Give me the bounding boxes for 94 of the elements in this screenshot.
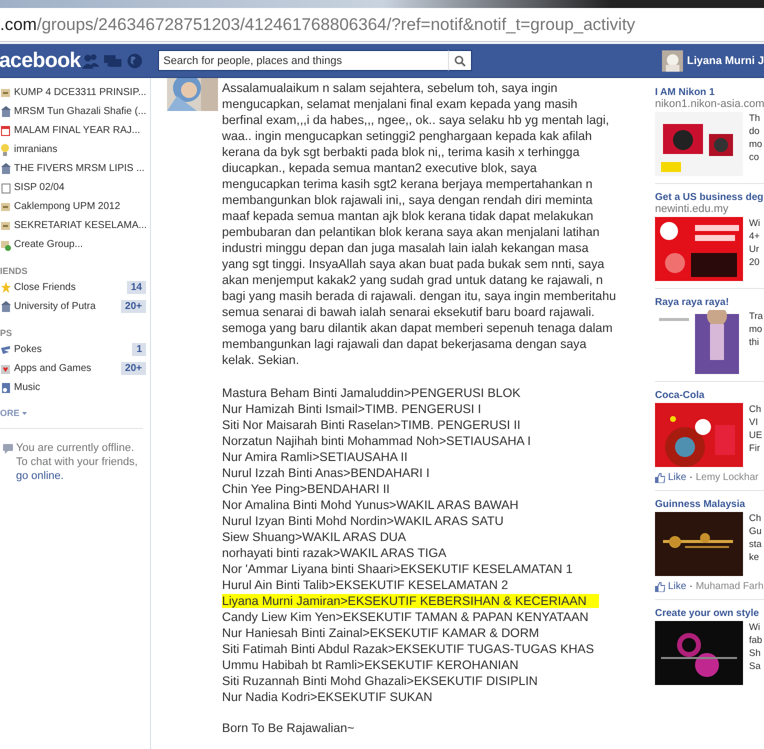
roster-line: Nurul Izzah Binti Anas>BENDAHARI I: [222, 466, 431, 480]
roster-line: Chin Yee Ping>BENDAHARI II: [222, 482, 391, 496]
roster-line: Nur Hamizah Binti Ismail>TIMB. PENGERUSI I: [222, 402, 482, 416]
ad-text: fab: [749, 634, 762, 647]
roster-line: Candy Liew Kim Yen>EKSEKUTIF TAMAN & PAPAN KENYATAAN: [222, 610, 590, 624]
ad-text: Ch: [749, 512, 762, 525]
search-icon: [454, 54, 466, 66]
search-button[interactable]: [448, 50, 472, 71]
roster-line: Nor Amalina Binti Mohd Yunus>WAKIL ARAS BAWAH: [222, 498, 520, 512]
count-badge: 1: [132, 343, 146, 356]
sidebar-item[interactable]: Pokes 1: [0, 340, 150, 359]
roster-line: Siti Nor Maisarah Binti Raselan>TIMB. PENGERUSI II: [222, 418, 522, 432]
bulb-icon: [1, 144, 11, 156]
roster-line: Nur Haniesah Binti Zainal>EKSEKUTIF KAMAR & DORM: [222, 626, 540, 640]
apps-icon: [1, 362, 11, 374]
roster-line: Nor 'Ammar Liyana binti Shaari>EKSEKUTIF KESELAMATAN 1: [222, 562, 574, 576]
ad-text: Wi: [749, 621, 762, 634]
sidebar-item[interactable]: THE FIVERS MRSM LIPIS ...: [0, 159, 150, 178]
sidebar-item[interactable]: SEKRETARIAT KESELAMA...: [0, 216, 150, 235]
ad-text: mo: [749, 323, 763, 336]
ad-text: co: [749, 151, 760, 164]
offline-message: You are currently offline. To chat with your friends, go online.: [16, 441, 139, 483]
search-field[interactable]: Search for people, places and things: [158, 50, 448, 71]
section-heading: PS: [0, 327, 14, 340]
ad-text: Sa: [749, 660, 762, 673]
sidebar-item[interactable]: Apps and Games 20+: [0, 359, 150, 378]
roster-line: Mastura Beham Binti Jamaluddin>PENGERUSI BLOK: [222, 386, 522, 400]
ad-text: 20: [749, 256, 760, 269]
ad-title[interactable]: Raya raya raya!: [655, 297, 764, 308]
ad-text: ke: [749, 551, 760, 564]
count-badge: 14: [126, 281, 146, 294]
caret-icon: [22, 412, 27, 414]
ad-text: thi: [749, 336, 760, 349]
ad-text: Gu: [749, 525, 762, 538]
roster-line: Hurul Ain Binti Talib>EKSEKUTIF KESELAMATAN 2: [222, 578, 510, 592]
signature-text: Born To Be Rajawalian~: [222, 720, 356, 736]
ad-text: Fir: [749, 442, 762, 455]
ad-text: Ur: [749, 243, 760, 256]
ad-title[interactable]: I AM Nikon 1: [655, 87, 764, 98]
ad-text: Th: [749, 112, 762, 125]
like-link[interactable]: Like: [668, 472, 686, 483]
ad-text: VI: [749, 416, 759, 429]
star-icon: [1, 282, 11, 294]
user-name[interactable]: Liyana Murni J: [686, 54, 764, 66]
roster-line: Siew Shuang>WAKIL ARAS DUA: [222, 530, 407, 544]
go-online-link[interactable]: go online.: [16, 470, 64, 482]
section-heading: IENDS: [0, 265, 29, 278]
separator-dot: ·: [689, 472, 693, 483]
roster-line: Nur Amira Ramli>SETIAUSAHA II: [222, 450, 409, 464]
user-avatar[interactable]: [662, 50, 683, 72]
roster-line: norhayati binti razak>WAKIL ARAS TIGA: [222, 546, 448, 560]
sidebar-item[interactable]: Caklempong UPM 2012: [0, 197, 150, 216]
ad-text: sta: [749, 538, 762, 551]
chat-bubble-icon: [3, 444, 13, 454]
sidebar-item[interactable]: Music: [0, 378, 150, 397]
ad-text: Wi: [749, 217, 760, 230]
ad-text: UE: [749, 429, 762, 442]
ad-text: mo: [749, 138, 762, 151]
sidebar-item[interactable]: imranians: [0, 140, 150, 159]
sidebar-item[interactable]: MRSM Tun Ghazali Shafie (...: [0, 102, 150, 121]
post-text: Assalamualaikum n salam sejahtera, sebelum toh, saya ingin mengucapkan, selamat menjalani final exam kepada yang masih berfinal exam,,,i da habes,,, ngee,, ok.. saya selaku hb yg mentah lagi, waa.. ingin mengucapkan setinggi2 penghargaan kepada kak afilah kerana da byk sgt berbakti pada blok ni,, terima kasih x terhingga diucapkan., kepada semua mantan2 executive blok, saya mengucapkan terima kasih sgt2 kerana berjaya mempertahankan n membangunkan blok rajawali ini,, saya dengan rendah diri meminta maaf kepada semua mantan ajk blok kerana tidak dapat melakukan pembubaran dan pelantikan blok kerana saya akan menjalani latihan industri minggu depan dan juga masalah lain ialah kekangan masa yang sgt tinggi. InsyaAllah saya akan buat pada bukak sem nnti, saya akan menjemput kakak2 yang sudah grad untuk datang ke rajawali, n bagi yang masih berada di rajawali. dengan itu, saya ingin memberitahu semua senarai di bawah ialah senarai eksekutif baru board rajawali. semoga yang baru dilantik akan dapat memberi sepenuh tenaga dalam membangunkan lagi rajawali dan dapat bekerjasama dengan saya kelak. Sekian.: [222, 80, 617, 368]
ad-text: Tra: [749, 310, 763, 323]
roster-line: Norzatun Najihah binti Mohammad Noh>SETIAUSAHA I: [222, 434, 532, 448]
sidebar-item[interactable]: MALAM FINAL YEAR RAJ...: [0, 121, 150, 140]
count-badge: 20+: [121, 300, 146, 313]
ad-text: do: [749, 125, 761, 138]
ad-domain: nikon1.nikon-asia.com: [655, 98, 764, 110]
poke-icon: [1, 344, 11, 356]
ad-domain: newinti.edu.my: [655, 203, 730, 215]
roster-line: Ummu Habibah bt Ramli>EKSEKUTIF KEROHANIAN: [222, 658, 520, 672]
roster-line: Nur Nadia Kodri>EKSEKUTIF SUKAN: [222, 690, 434, 704]
liked-by-text: Lemy Lockhar: [696, 472, 759, 483]
liked-by-text: Muhamad Farh: [696, 581, 764, 592]
sidebar-item[interactable]: Create Group...: [0, 235, 150, 254]
globe-icon[interactable]: [126, 52, 142, 68]
ad-text: 4+: [749, 230, 760, 243]
count-badge: 20+: [121, 362, 146, 375]
ad-title[interactable]: Guinness Malaysia: [655, 499, 764, 510]
ad-text: Sh: [749, 647, 762, 660]
sidebar-item[interactable]: Close Friends 14: [0, 278, 150, 297]
roster-line: Siti Ruzannah Binti Mohd Ghazali>EKSEKUTIF DISIPLIN: [222, 674, 539, 688]
like-link[interactable]: Like: [668, 581, 686, 592]
thumbs-up-icon[interactable]: [655, 582, 665, 592]
sidebar-item[interactable]: KUMP 4 DCE3311 PRINSIP...: [0, 83, 150, 102]
ad-text: Ch: [749, 403, 762, 416]
ad-title[interactable]: Get a US business deg: [655, 192, 764, 203]
ad-title[interactable]: Create your own style: [655, 608, 764, 619]
sidebar-item[interactable]: University of Putra 20+: [0, 297, 150, 316]
ad-title[interactable]: Coca-Cola: [655, 390, 764, 401]
roster-line: Nurul Izyan Binti Mohd Nordin>WAKIL ARAS SATU: [222, 514, 505, 528]
separator-dot: ·: [689, 581, 693, 592]
sidebar-item[interactable]: SISP 02/04: [0, 178, 150, 197]
thumbs-up-icon[interactable]: [655, 472, 665, 482]
roster-line: Siti Fatimah Binti Abdul Razak>EKSEKUTIF TUGAS-TUGAS KHAS: [222, 642, 595, 656]
